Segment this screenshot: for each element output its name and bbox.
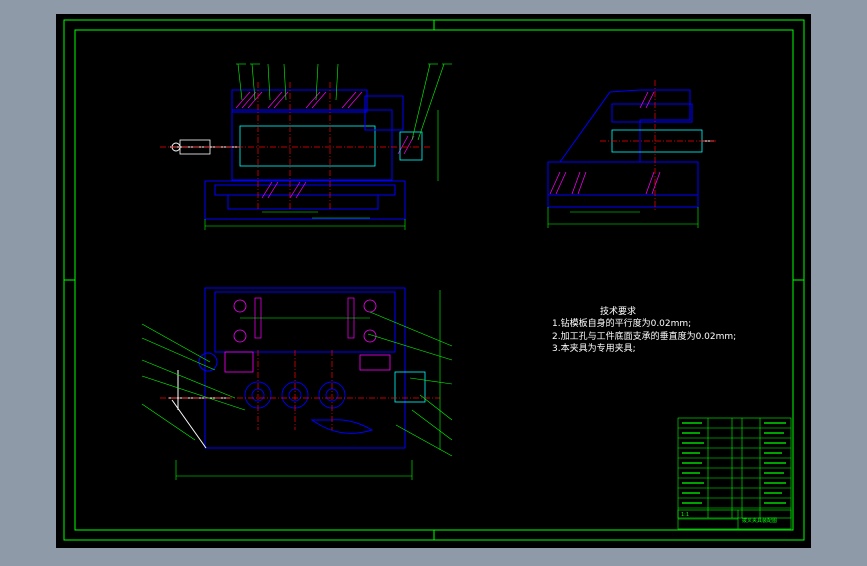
title-block-scale: 1:1 <box>681 512 690 518</box>
technical-requirement-3: 3.本夹具为专用夹具; <box>552 344 636 354</box>
technical-requirement-1: 1.钻模板自身的平行度为0.02mm; <box>552 319 692 329</box>
technical-requirements-title: 技术要求 <box>600 307 637 317</box>
technical-requirement-2: 2.加工孔与工件底面支承的垂直度为0.02mm; <box>552 332 737 342</box>
drawing-canvas <box>56 14 811 548</box>
cad-drawing-window: 技术要求 1.钻模板自身的平行度为0.02mm; 2.加工孔与工件底面支承的垂直… <box>0 0 867 562</box>
title-block-drawing-title: 拨叉夹具装配图 <box>742 518 778 524</box>
